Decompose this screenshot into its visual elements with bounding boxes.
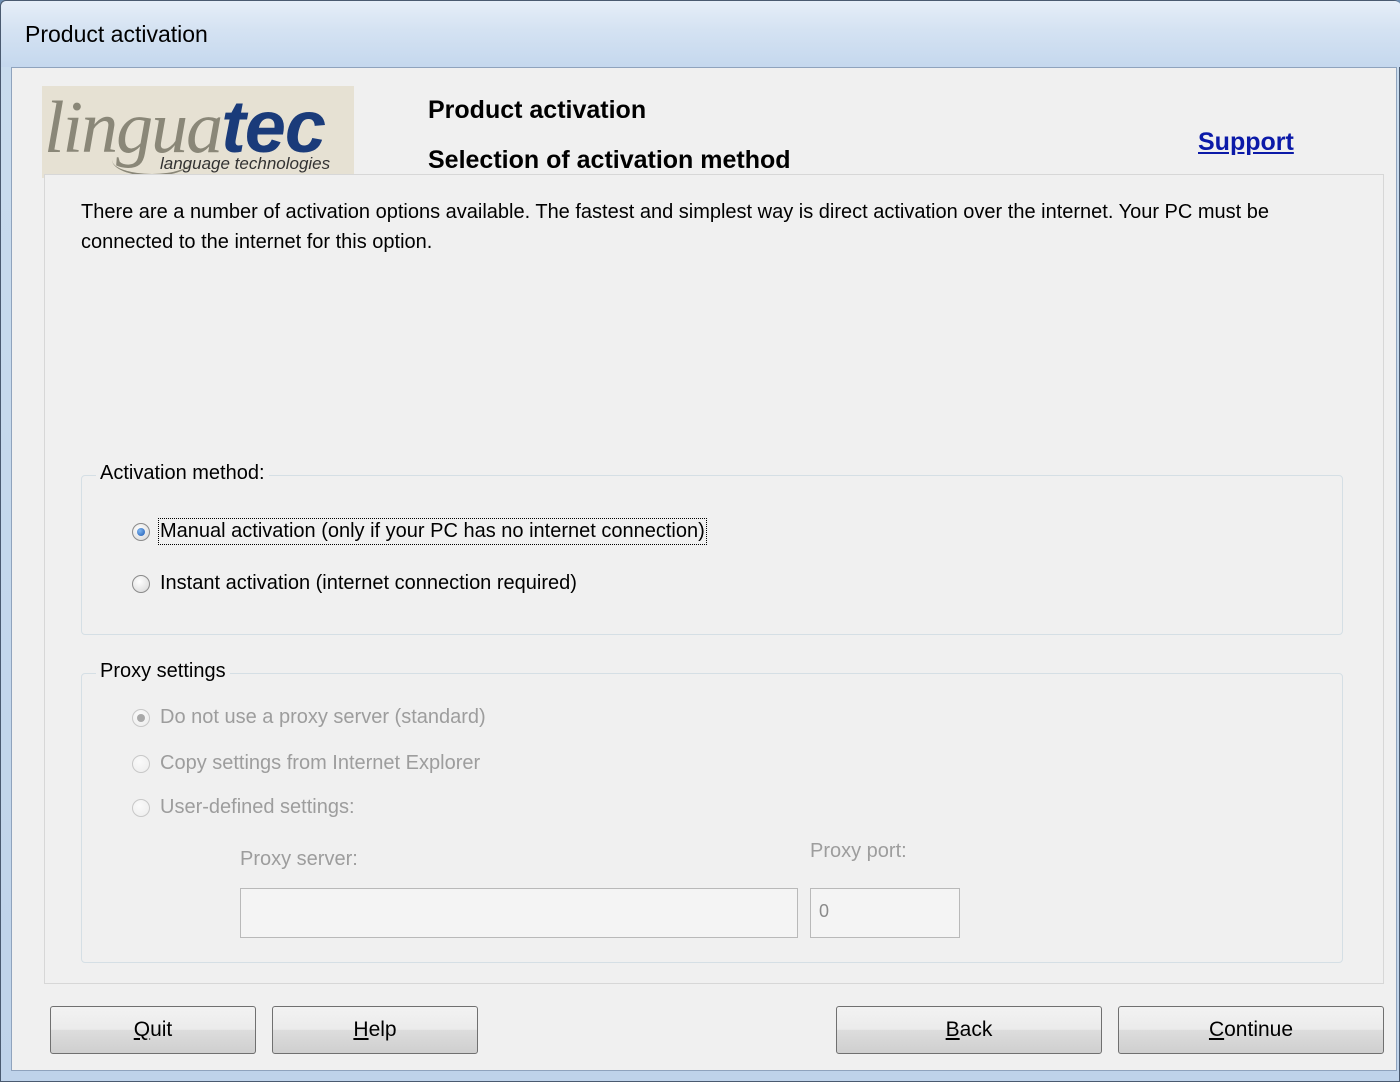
radio-copy-ie-settings[interactable]: Copy settings from Internet Explorer [132, 752, 480, 775]
help-mnemonic: H [353, 1018, 369, 1041]
activation-method-legend: Activation method: [96, 462, 269, 485]
radio-instant-activation[interactable]: Instant activation (internet connection … [132, 572, 577, 595]
back-label: ack [959, 1018, 993, 1041]
linguatec-logo: linguatec language technologies [42, 85, 354, 178]
back-mnemonic: B [945, 1018, 960, 1041]
content-panel: There are a number of activation options… [44, 174, 1384, 984]
radio-manual-activation[interactable]: Manual activation (only if your PC has n… [132, 518, 707, 545]
title-bar[interactable]: Product activation [1, 1, 1400, 67]
radio-button-icon[interactable] [132, 522, 150, 541]
proxy-server-input[interactable] [240, 888, 798, 938]
page-subtitle: Selection of activation method [428, 146, 791, 174]
continue-mnemonic: C [1208, 1018, 1225, 1041]
page-title: Product activation [428, 96, 647, 124]
no-proxy-label[interactable]: Do not use a proxy server (standard) [160, 706, 486, 729]
manual-activation-label[interactable]: Manual activation (only if your PC has n… [158, 518, 707, 545]
proxy-port-input[interactable]: 0 [810, 888, 960, 938]
proxy-server-label: Proxy server: [240, 848, 358, 870]
logo-tagline: language technologies [160, 154, 331, 173]
back-button[interactable]: Back [836, 1006, 1102, 1054]
radio-user-defined-settings[interactable]: User-defined settings: [132, 796, 355, 819]
dialog-client-area: linguatec language technologies Product … [11, 67, 1397, 1071]
activation-method-group: Activation method: Manual activation (on… [81, 462, 1343, 635]
quit-label: uit [150, 1018, 173, 1041]
quit-button[interactable]: Quit [50, 1006, 256, 1054]
radio-button-icon[interactable] [132, 574, 150, 593]
proxy-settings-legend: Proxy settings [96, 660, 230, 683]
product-activation-window: Product activation linguatec language te… [0, 0, 1400, 1082]
continue-label: ontinue [1224, 1018, 1294, 1041]
description-text: There are a number of activation options… [81, 201, 1270, 253]
support-link[interactable]: Support [1198, 128, 1294, 157]
help-label: elp [368, 1018, 397, 1041]
instant-activation-label[interactable]: Instant activation (internet connection … [160, 572, 577, 595]
quit-mnemonic: Q [133, 1018, 151, 1041]
copy-ie-settings-label[interactable]: Copy settings from Internet Explorer [160, 752, 480, 775]
radio-button-icon[interactable] [132, 708, 150, 727]
proxy-settings-group: Proxy settings Do not use a proxy server… [81, 660, 1343, 963]
radio-no-proxy[interactable]: Do not use a proxy server (standard) [132, 706, 486, 729]
radio-button-icon[interactable] [132, 754, 150, 773]
continue-button[interactable]: Continue [1118, 1006, 1384, 1054]
radio-button-icon[interactable] [132, 798, 150, 817]
proxy-port-label: Proxy port: [810, 840, 907, 862]
user-defined-settings-label[interactable]: User-defined settings: [160, 796, 355, 819]
help-button[interactable]: Help [272, 1006, 478, 1054]
window-title: Product activation [25, 21, 208, 47]
